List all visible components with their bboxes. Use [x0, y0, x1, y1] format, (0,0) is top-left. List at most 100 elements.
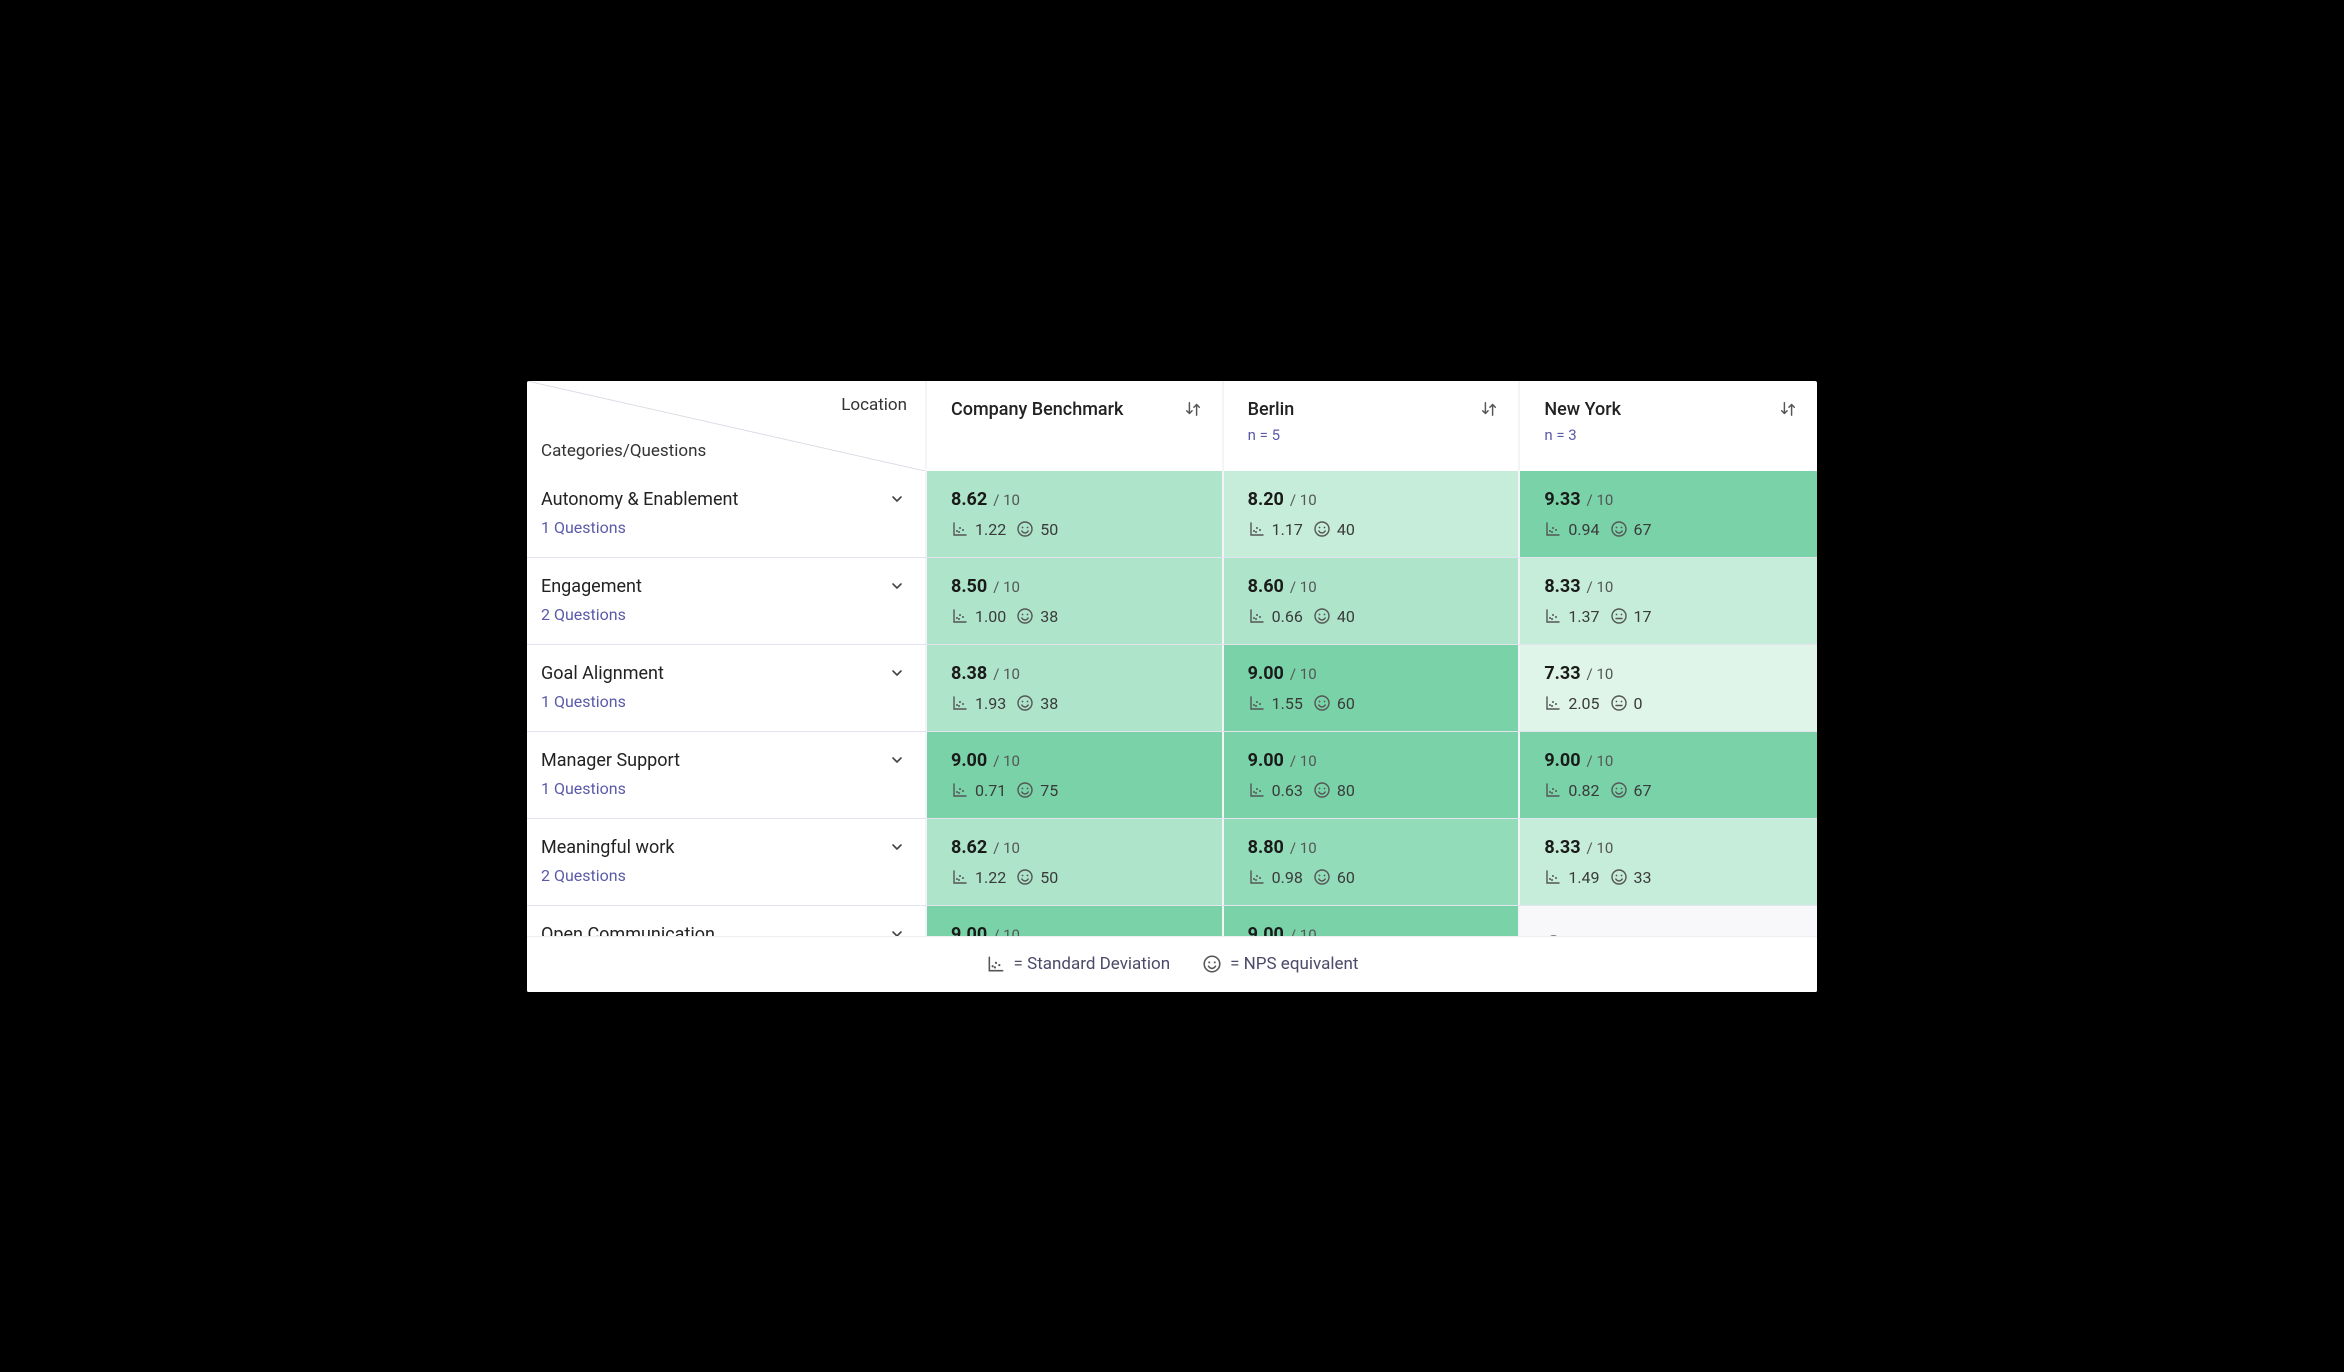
nps-value: 33: [1634, 868, 1652, 887]
std-dev-value: 0.98: [1272, 868, 1303, 887]
column-header-new-york[interactable]: New York n = 3: [1520, 381, 1817, 471]
row-header[interactable]: Meaningful work2 Questions: [527, 819, 927, 905]
metric-cell[interactable]: 8.62/ 101.2250: [927, 471, 1224, 557]
table-row: Engagement2 Questions8.50/ 101.00388.60/…: [527, 557, 1817, 644]
face-happy-icon: [1016, 694, 1034, 712]
metric-cell[interactable]: 8.50/ 101.0038: [927, 558, 1224, 644]
std-dev-icon: [1248, 694, 1266, 712]
chevron-down-icon[interactable]: [889, 665, 905, 681]
score-out-of: / 10: [1290, 839, 1317, 857]
std-dev-icon: [951, 868, 969, 886]
chevron-down-icon[interactable]: [889, 752, 905, 768]
face-happy-icon: [1313, 520, 1331, 538]
std-dev-value: 1.37: [1568, 607, 1599, 626]
score-value: 8.38: [951, 663, 987, 684]
std-dev-icon: [1248, 607, 1266, 625]
score-out-of: / 10: [993, 491, 1020, 509]
score-value: 8.50: [951, 576, 987, 597]
face-happy-icon: [1610, 781, 1628, 799]
score-out-of: / 10: [993, 665, 1020, 683]
table-row: Meaningful work2 Questions8.62/ 101.2250…: [527, 818, 1817, 905]
nps-value: 38: [1040, 694, 1058, 713]
std-dev-icon: [1544, 520, 1562, 538]
score-value: 8.62: [951, 837, 987, 858]
nps-value: 50: [1040, 520, 1058, 539]
face-happy-icon: [1313, 607, 1331, 625]
std-dev-value: 1.93: [975, 694, 1006, 713]
std-dev-value: 0.71: [975, 781, 1006, 800]
face-neutral-icon: [1610, 694, 1628, 712]
face-neutral-icon: [1610, 607, 1628, 625]
row-questions-count: 1 Questions: [541, 518, 905, 537]
row-questions-count: 2 Questions: [541, 605, 905, 624]
table-body: Autonomy & Enablement1 Questions 8.62 / 10…: [527, 471, 1817, 992]
row-header[interactable]: Engagement2 Questions: [527, 558, 927, 644]
row-header[interactable]: Autonomy & Enablement1 Questions: [527, 471, 927, 557]
std-dev-value: 1.55: [1272, 694, 1303, 713]
metric-cell[interactable]: 9.33/ 100.9467: [1520, 471, 1817, 557]
nps-value: 50: [1040, 868, 1058, 887]
std-dev-icon: [1248, 868, 1266, 886]
score-value: 9.00: [1248, 750, 1284, 771]
metric-cell[interactable]: 8.33/ 101.4933: [1520, 819, 1817, 905]
metric-cell[interactable]: 9.00/ 101.5560: [1224, 645, 1521, 731]
column-header-berlin[interactable]: Berlin n = 5: [1224, 381, 1521, 471]
nps-value: 60: [1337, 868, 1355, 887]
metric-cell[interactable]: 9.00/ 100.8267: [1520, 732, 1817, 818]
metric-cell[interactable]: 7.33/ 102.050: [1520, 645, 1817, 731]
score-value: 8.20: [1248, 489, 1284, 510]
metric-cell[interactable]: 9.00/ 100.6380: [1224, 732, 1521, 818]
score-out-of: / 10: [1587, 752, 1614, 770]
std-dev-value: 2.05: [1568, 694, 1599, 713]
score-out-of: / 10: [993, 752, 1020, 770]
std-dev-value: 1.49: [1568, 868, 1599, 887]
std-dev-icon: [951, 607, 969, 625]
score-out-of: / 10: [1290, 578, 1317, 596]
chevron-down-icon[interactable]: [889, 578, 905, 594]
nps-value: 67: [1634, 520, 1652, 539]
row-header[interactable]: Goal Alignment1 Questions: [527, 645, 927, 731]
score-out-of: / 10: [993, 578, 1020, 596]
metric-cell[interactable]: 8.60/ 100.6640: [1224, 558, 1521, 644]
categories-header-label: Categories/Questions: [541, 441, 706, 461]
metric-cell[interactable]: 9.00/ 100.7175: [927, 732, 1224, 818]
sort-icon[interactable]: [1779, 400, 1797, 418]
metric-cell[interactable]: 8.62/ 101.2250: [927, 819, 1224, 905]
std-dev-value: 0.94: [1568, 520, 1599, 539]
score-out-of: / 10: [993, 839, 1020, 857]
face-happy-icon: [1016, 781, 1034, 799]
std-dev-value: 0.66: [1272, 607, 1303, 626]
face-happy-icon: [1313, 694, 1331, 712]
score-out-of: / 10: [1587, 491, 1614, 509]
nps-value: 40: [1337, 607, 1355, 626]
score-value: 9.00: [951, 750, 987, 771]
std-dev-icon: [951, 781, 969, 799]
metric-cell[interactable]: 8.38 / 10 1.93 38: [927, 645, 1224, 731]
std-dev-icon: [986, 954, 1006, 974]
chevron-down-icon[interactable]: [889, 839, 905, 855]
nps-value: 60: [1337, 694, 1355, 713]
std-dev-icon: [1544, 868, 1562, 886]
chevron-down-icon[interactable]: [889, 491, 905, 507]
std-dev-value: 1.00: [975, 607, 1006, 626]
column-title: Company Benchmark: [951, 399, 1123, 420]
row-title: Manager Support: [541, 750, 680, 771]
score-out-of: / 10: [1587, 578, 1614, 596]
score-value: 9.00: [1544, 750, 1580, 771]
face-happy-icon: [1313, 868, 1331, 886]
sort-icon[interactable]: [1480, 400, 1498, 418]
row-title: Meaningful work: [541, 837, 674, 858]
column-header-company-benchmark[interactable]: Company Benchmark: [927, 381, 1224, 471]
metric-cell[interactable]: 8.80/ 100.9860: [1224, 819, 1521, 905]
std-dev-icon: [1544, 781, 1562, 799]
column-title: New York: [1544, 399, 1621, 420]
std-dev-value: 0.63: [1272, 781, 1303, 800]
score-out-of: / 10: [1290, 491, 1317, 509]
nps-value: 17: [1634, 607, 1652, 626]
metric-cell[interactable]: 8.20/ 101.1740: [1224, 471, 1521, 557]
score-value: 8.62: [951, 489, 987, 510]
row-header[interactable]: Manager Support1 Questions: [527, 732, 927, 818]
metric-cell[interactable]: 8.33/ 101.3717: [1520, 558, 1817, 644]
sort-icon[interactable]: [1184, 400, 1202, 418]
std-dev-value: 0.82: [1568, 781, 1599, 800]
